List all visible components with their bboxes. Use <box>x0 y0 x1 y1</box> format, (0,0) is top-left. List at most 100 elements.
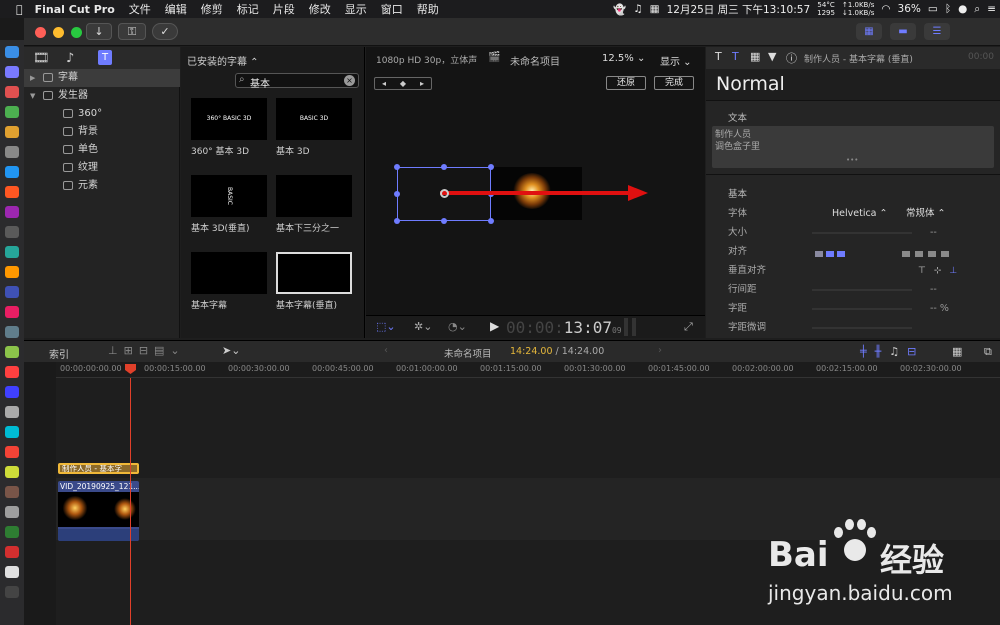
music-icon[interactable]: ♫ <box>633 3 642 15</box>
menu-clip[interactable]: 片段 <box>273 1 295 17</box>
resize-handle[interactable] <box>394 218 400 224</box>
dock-app-icon[interactable] <box>5 306 19 318</box>
font-style-dropdown[interactable]: 常规体 ⌃ <box>906 205 945 223</box>
video-inspector-icon[interactable]: ▦ <box>750 50 760 63</box>
menu-modify[interactable]: 修改 <box>309 1 331 17</box>
apple-icon[interactable]:  <box>16 3 23 16</box>
slider[interactable] <box>812 289 912 291</box>
speed-icon[interactable]: ◔⌄ <box>448 320 467 333</box>
zoom-button[interactable] <box>71 27 82 38</box>
menu-trim[interactable]: 修剪 <box>201 1 223 17</box>
append-icon[interactable]: ⊟ <box>139 344 154 357</box>
dock-app-icon[interactable] <box>5 286 19 298</box>
view-dropdown[interactable]: 显示 ⌄ <box>660 53 692 68</box>
back-icon[interactable]: ‹ <box>384 345 388 356</box>
slider[interactable] <box>812 232 912 234</box>
close-button[interactable] <box>35 27 46 38</box>
select-tool-icon[interactable]: ➤⌄ <box>222 344 240 357</box>
overwrite-icon[interactable]: ▤⌄ <box>154 344 186 357</box>
play-icon[interactable]: ▶ <box>490 319 499 333</box>
library-item[interactable]: 背景 <box>24 123 180 141</box>
dock-app-icon[interactable] <box>5 366 19 378</box>
dock-app-icon[interactable] <box>5 326 19 338</box>
menu-list-icon[interactable]: ≡ <box>987 3 996 15</box>
vertical-align-buttons[interactable]: ⊤⊹⊥ <box>918 266 965 276</box>
menu-mark[interactable]: 标记 <box>237 1 259 17</box>
title-clip[interactable]: 制作人员 - 基本字 <box>58 463 139 474</box>
calendar-icon[interactable]: ▦ <box>650 3 660 15</box>
justify-full-icon[interactable] <box>941 251 949 257</box>
resize-handle[interactable] <box>394 164 400 170</box>
title-thumbnail[interactable] <box>191 252 267 294</box>
title-thumbnail[interactable]: BASIC 3D <box>276 98 352 140</box>
justify-right-icon[interactable] <box>928 251 936 257</box>
inspector-row-value[interactable]: -- <box>930 281 937 299</box>
clip-appearance-icon[interactable]: ▦ <box>952 345 962 358</box>
align-left-icon[interactable] <box>815 251 823 257</box>
dock-app-icon[interactable] <box>5 66 19 78</box>
anchor-point[interactable] <box>440 189 449 198</box>
video-clip[interactable]: VID_20190925_121... <box>58 481 139 541</box>
zoom-dropdown[interactable]: 12.5% ⌄ <box>602 53 645 64</box>
dock-app-icon[interactable] <box>5 446 19 458</box>
dock-app-icon[interactable] <box>5 346 19 358</box>
snapping-icon[interactable]: ⊟ <box>907 345 924 358</box>
title-thumbnail[interactable] <box>276 175 352 217</box>
dock-app-icon[interactable] <box>5 146 19 158</box>
preset-bar[interactable]: Normal <box>706 69 1000 101</box>
clock[interactable]: 12月25日 周三 下午13:10:57 <box>667 2 811 17</box>
preset-name[interactable]: Normal <box>716 73 785 95</box>
title-thumbnail[interactable]: 360° BASIC 3D <box>191 98 267 140</box>
fullscreen-icon[interactable]: ⤢ <box>684 320 693 334</box>
insert-icon[interactable]: ⊞ <box>124 344 139 357</box>
next-keyframe-icon[interactable]: ▸ <box>420 78 424 89</box>
dock-app-icon[interactable] <box>5 546 19 558</box>
dock-app-icon[interactable] <box>5 266 19 278</box>
film-icon[interactable]: 🎞 <box>33 51 50 66</box>
color-inspector-icon[interactable]: ▼ <box>768 50 776 63</box>
slider[interactable] <box>812 327 912 329</box>
dock-app-icon[interactable] <box>5 426 19 438</box>
text-field[interactable]: 制作人员 调色盒子里 ••• <box>712 126 994 168</box>
menu-edit[interactable]: 编辑 <box>165 1 187 17</box>
show-browser-button[interactable]: ▦ <box>856 23 882 40</box>
battery-icon[interactable]: ▭ <box>928 3 938 15</box>
title-inspector-icon[interactable]: T <box>732 50 739 63</box>
dock-app-icon[interactable] <box>5 166 19 178</box>
inspector-row-value[interactable]: Helvetica ⌃ <box>832 205 887 223</box>
dock-app-icon[interactable] <box>5 106 19 118</box>
dock-app-icon[interactable] <box>5 486 19 498</box>
enhance-icon[interactable]: ✲⌄ <box>414 320 432 333</box>
dock-app-icon[interactable] <box>5 206 19 218</box>
music-camera-icon[interactable]: ♪ <box>66 51 74 66</box>
dock-app-icon[interactable] <box>5 406 19 418</box>
forward-icon[interactable]: › <box>658 345 662 356</box>
dock-app-icon[interactable] <box>5 186 19 198</box>
library-item[interactable]: 元素 <box>24 177 180 195</box>
resize-handle[interactable] <box>488 218 494 224</box>
resize-handle[interactable] <box>488 164 494 170</box>
titles-generators-icon[interactable]: T <box>98 50 112 65</box>
drag-handle-icon[interactable]: ••• <box>846 156 858 164</box>
menu-file[interactable]: 文件 <box>129 1 151 17</box>
import-button[interactable]: ↓ <box>86 23 112 40</box>
edit-buttons[interactable]: ⊥⊞⊟▤⌄ <box>108 344 186 357</box>
menu-window[interactable]: 窗口 <box>381 1 403 17</box>
align-center-icon[interactable] <box>826 251 834 257</box>
library-item[interactable]: 纹理 <box>24 159 180 177</box>
timeline-ruler[interactable]: 00:00:00:00.00 00:00:15:00.00 00:00:30:00.… <box>56 362 1000 378</box>
resize-handle[interactable] <box>441 164 447 170</box>
effects-browser-icon[interactable]: ⧉ <box>984 345 992 359</box>
title-thumbnail[interactable] <box>276 252 352 294</box>
dock-app-icon[interactable] <box>5 386 19 398</box>
show-timeline-button[interactable]: ▬ <box>890 23 916 40</box>
background-tasks-button[interactable]: ✓ <box>152 23 178 40</box>
keyframe-nav[interactable]: ◂ ◆ ▸ <box>374 77 432 90</box>
library-item[interactable]: 360° <box>24 105 180 123</box>
align-middle-icon[interactable]: ⊹ <box>934 266 950 276</box>
wifi-icon[interactable]: ◠ <box>881 3 890 15</box>
dock-app-icon[interactable] <box>5 566 19 578</box>
dock-app-icon[interactable] <box>5 466 19 478</box>
slider[interactable] <box>812 308 912 310</box>
dock-app-icon[interactable] <box>5 506 19 518</box>
